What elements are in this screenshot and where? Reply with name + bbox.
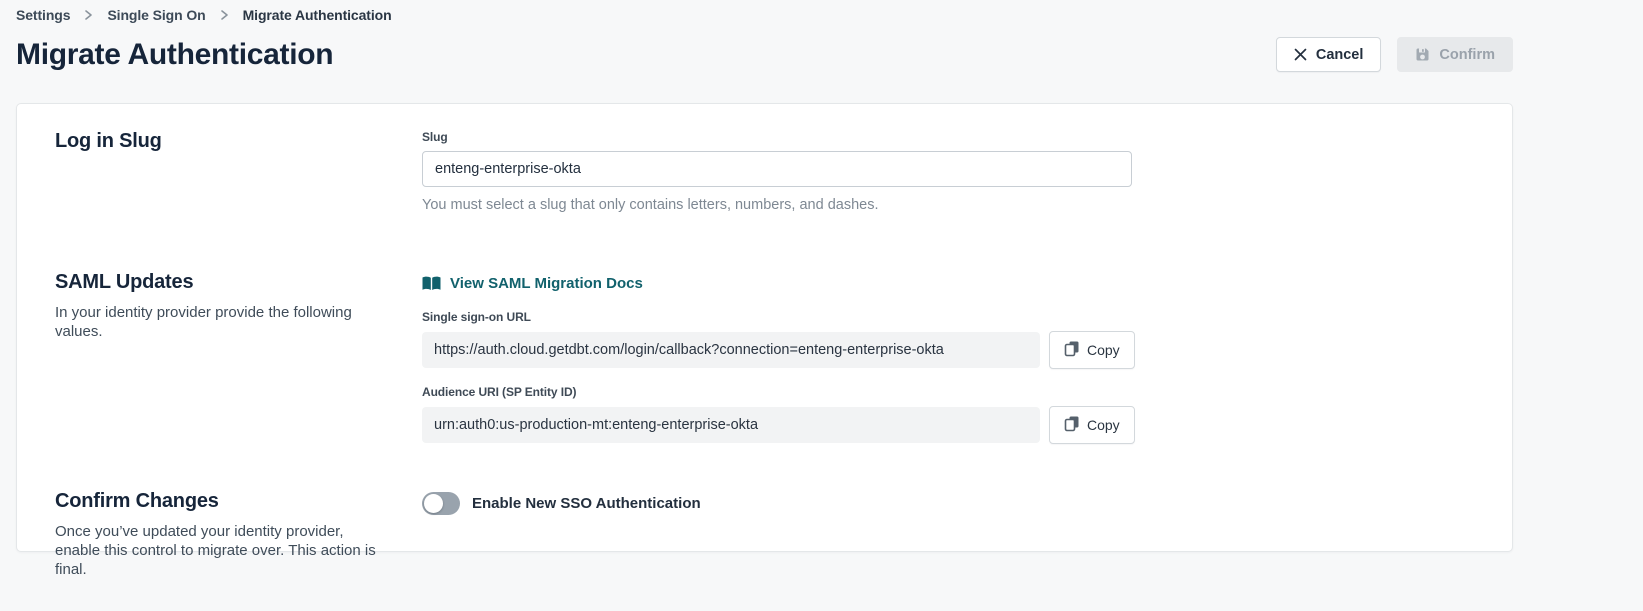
copy-audience-uri-button[interactable]: Copy <box>1049 406 1135 444</box>
audience-uri-label: Audience URI (SP Entity ID) <box>422 385 1474 399</box>
chevron-right-icon <box>84 9 93 21</box>
confirm-button[interactable]: Confirm <box>1397 37 1513 72</box>
cancel-button[interactable]: Cancel <box>1276 37 1382 72</box>
view-saml-migration-docs-label: View SAML Migration Docs <box>450 275 643 292</box>
slug-help-text: You must select a slug that only contain… <box>422 197 1474 213</box>
saml-updates-heading: SAML Updates <box>55 271 422 294</box>
breadcrumb-settings[interactable]: Settings <box>16 7 70 23</box>
cancel-button-label: Cancel <box>1316 47 1364 63</box>
audience-uri-value: urn:auth0:us-production-mt:enteng-enterp… <box>422 407 1040 443</box>
sso-url-label: Single sign-on URL <box>422 310 1474 324</box>
page-container: Settings Single Sign On Migrate Authenti… <box>16 0 1513 552</box>
breadcrumb: Settings Single Sign On Migrate Authenti… <box>16 0 1513 23</box>
chevron-right-icon <box>220 9 229 21</box>
breadcrumb-single-sign-on[interactable]: Single Sign On <box>107 7 205 23</box>
copy-button-label: Copy <box>1087 342 1120 358</box>
migrate-auth-card: Log in Slug Slug You must select a slug … <box>16 103 1513 552</box>
copy-button-label: Copy <box>1087 417 1120 433</box>
sso-url-value: https://auth.cloud.getdbt.com/login/call… <box>422 332 1040 368</box>
page-title: Migrate Authentication <box>16 38 333 72</box>
copy-icon <box>1064 340 1080 360</box>
toggle-knob <box>424 494 443 513</box>
breadcrumb-migrate-authentication: Migrate Authentication <box>243 7 392 23</box>
confirm-changes-heading: Confirm Changes <box>55 490 422 513</box>
copy-icon <box>1064 415 1080 435</box>
copy-sso-url-button[interactable]: Copy <box>1049 331 1135 369</box>
section-login-slug: Log in Slug Slug You must select a slug … <box>55 130 1474 213</box>
saml-updates-description: In your identity provider provide the fo… <box>55 303 385 341</box>
book-icon <box>422 276 441 291</box>
close-icon <box>1294 48 1307 61</box>
header-actions: Cancel Confirm <box>1276 37 1513 72</box>
view-saml-migration-docs-link[interactable]: View SAML Migration Docs <box>422 275 643 292</box>
confirm-button-label: Confirm <box>1439 47 1495 63</box>
section-confirm-changes: Confirm Changes Once you’ve updated your… <box>55 490 1474 579</box>
save-icon <box>1415 47 1430 62</box>
enable-sso-toggle-label: Enable New SSO Authentication <box>472 495 701 512</box>
section-saml-updates: SAML Updates In your identity provider p… <box>55 271 1474 444</box>
confirm-changes-description: Once you’ve updated your identity provid… <box>55 522 385 579</box>
enable-sso-toggle[interactable] <box>422 492 460 515</box>
slug-input[interactable] <box>422 151 1132 187</box>
login-slug-heading: Log in Slug <box>55 130 422 153</box>
slug-label: Slug <box>422 130 1474 144</box>
page-header: Migrate Authentication Cancel Confirm <box>16 37 1513 72</box>
